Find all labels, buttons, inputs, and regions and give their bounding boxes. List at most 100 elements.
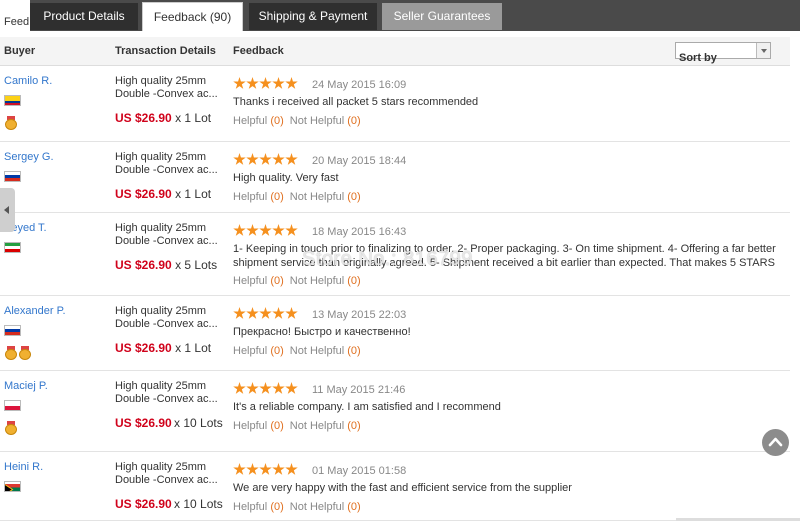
feedback-row: Maciej P. High quality 25mm Double -Convex… [0,372,790,452]
product-title[interactable]: High quality 25mm Double -Convex ac... [115,151,220,177]
star-icon [272,77,285,89]
tab-seller-guarantees[interactable]: Seller Guarantees [382,3,502,30]
order-quantity: x 5 Lots [175,258,218,272]
not-helpful-count: (0) [347,191,361,203]
not-helpful-count: (0) [347,420,361,432]
star-icon [233,307,246,319]
tab-shipping-payment[interactable]: Shipping & Payment [249,3,377,30]
star-icon [233,224,246,236]
rating-stars [233,153,298,166]
product-title[interactable]: High quality 25mm Double -Convex ac... [115,305,220,331]
helpful-votes: Helpful (0) Not Helpful (0) [233,191,361,203]
product-title[interactable]: High quality 25mm Double -Convex ac... [115,461,220,487]
not-helpful-count: (0) [347,501,361,513]
buyer-name-link[interactable]: Alexander P. [4,305,66,317]
helpful-count: (0) [270,275,284,287]
tab-feedback[interactable]: Feedback (90) [142,2,243,31]
star-icon [272,382,285,394]
order-quantity: x 1 Lot [175,341,212,355]
sort-by-select[interactable]: Sort by [675,42,771,64]
not-helpful-link[interactable]: Not Helpful (0) [290,345,361,357]
helpful-votes: Helpful (0) Not Helpful (0) [233,345,361,357]
buyer-name-link[interactable]: Sergey G. [4,151,54,163]
collapse-handle[interactable] [0,188,15,232]
product-title-line: High quality 25mm [115,75,207,87]
order-price: US $26.90 x 1 Lot [115,342,225,355]
helpful-votes: Helpful (0) Not Helpful (0) [233,501,361,513]
helpful-votes: Helpful (0) Not Helpful (0) [233,275,361,287]
not-helpful-link[interactable]: Not Helpful (0) [290,501,361,513]
price-amount: US $26.90 [115,111,172,125]
country-flag-icon [4,481,21,492]
rating-stars [233,77,298,90]
feedback-table-header: Buyer Transaction Details Feedback Sort … [0,37,790,66]
product-title-line: High quality 25mm [115,305,207,317]
helpful-link[interactable]: Helpful (0) [233,345,284,357]
medal-icon [5,116,17,130]
header-transaction-details: Transaction Details [115,45,216,57]
product-title-line: Double -Convex ac... [115,164,218,176]
helpful-votes: Helpful (0) Not Helpful (0) [233,115,361,127]
country-flag-icon [4,325,21,336]
star-icon [246,463,259,475]
feedback-row: Camilo R. High quality 25mm Double -Convex… [0,67,790,142]
helpful-link[interactable]: Helpful (0) [233,191,284,203]
not-helpful-link[interactable]: Not Helpful (0) [290,275,361,287]
star-icon [285,307,298,319]
not-helpful-link[interactable]: Not Helpful (0) [290,191,361,203]
tab-product-details[interactable]: Product Details [30,3,138,30]
price-amount: US $26.90 [115,187,172,201]
helpful-count: (0) [270,501,284,513]
medal-icon [19,346,31,360]
product-title-line: Double -Convex ac... [115,393,218,405]
star-icon [246,382,259,394]
product-title-line: High quality 25mm [115,380,207,392]
helpful-link[interactable]: Helpful (0) [233,501,284,513]
star-icon [285,463,298,475]
buyer-name-link[interactable]: Camilo R. [4,75,52,87]
star-icon [285,77,298,89]
product-title[interactable]: High quality 25mm Double -Convex ac... [115,75,220,101]
product-title-line: High quality 25mm [115,151,207,163]
not-helpful-link[interactable]: Not Helpful (0) [290,420,361,432]
helpful-link[interactable]: Helpful (0) [233,275,284,287]
product-title[interactable]: High quality 25mm Double -Convex ac... [115,222,220,248]
star-icon [259,307,272,319]
medal-icon [5,421,17,435]
star-icon [272,463,285,475]
feedback-date: 24 May 2015 16:09 [312,79,407,91]
header-feedback: Feedback [233,45,284,57]
not-helpful-link[interactable]: Not Helpful (0) [290,115,361,127]
header-buyer: Buyer [4,45,36,57]
feedback-page: Feed Product Details Feedback (90) Shipp… [0,0,800,521]
star-icon [259,77,272,89]
product-title[interactable]: High quality 25mm Double -Convex ac... [115,380,220,406]
feedback-row: Sergey G. High quality 25mm Double -Convex… [0,143,790,213]
helpful-count: (0) [270,115,284,127]
sort-by-label: Sort by [679,52,717,64]
not-helpful-count: (0) [347,345,361,357]
helpful-link[interactable]: Helpful (0) [233,115,284,127]
star-icon [246,224,259,236]
buyer-name-link[interactable]: Maciej P. [4,380,48,392]
star-icon [233,77,246,89]
helpful-link[interactable]: Helpful (0) [233,420,284,432]
order-quantity: x 1 Lot [175,187,212,201]
helpful-count: (0) [270,345,284,357]
price-amount: US $26.90 [115,258,172,272]
scroll-to-top-button[interactable] [762,429,789,456]
price-amount: US $26.90 [115,416,172,430]
feedback-date: 20 May 2015 18:44 [312,155,407,167]
star-icon [259,153,272,165]
chevron-up-icon [768,437,783,447]
order-price: US $26.90 x 5 Lots [115,259,225,272]
feedback-text: We are very happy with the fast and effi… [233,482,572,494]
product-title-line: Double -Convex ac... [115,235,218,247]
order-quantity: x 1 Lot [175,111,212,125]
star-icon [233,463,246,475]
feedback-row: Heini R. High quality 25mm Double -Convex … [0,453,790,521]
star-icon [246,307,259,319]
price-amount: US $26.90 [115,497,172,511]
buyer-name-link[interactable]: Heini R. [4,461,43,473]
feedback-date: 13 May 2015 22:03 [312,309,407,321]
